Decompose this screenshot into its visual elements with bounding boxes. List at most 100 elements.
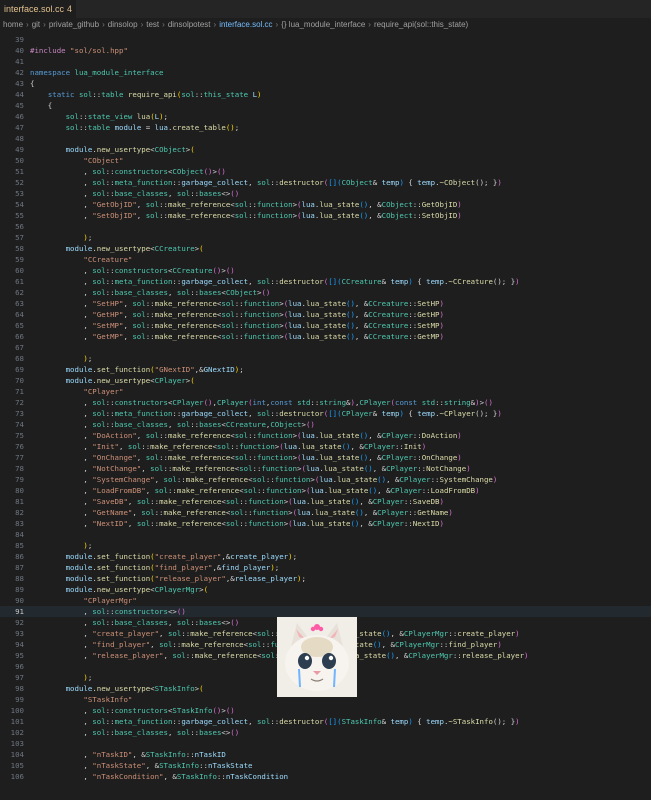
code-line[interactable]: 52 , sol::meta_function::garbage_collect… <box>0 177 651 188</box>
code-token: :: <box>199 761 209 770</box>
code-line[interactable]: 78 , "NotChange", sol::make_reference<so… <box>0 463 651 474</box>
code-line[interactable]: 44 static sol::table require_api(sol::th… <box>0 89 651 100</box>
code-line[interactable]: 70 module.new_usertype<CPlayer>( <box>0 375 651 386</box>
code-line[interactable]: 88 module.set_function("release_player",… <box>0 573 651 584</box>
breadcrumb-item[interactable]: interface.sol.cc <box>219 20 272 29</box>
code-token: lua_state <box>310 497 351 506</box>
code-line[interactable]: 89 module.new_usertype<CPlayerMgr>( <box>0 584 651 595</box>
code-line[interactable]: 46 sol::state_view lua(L); <box>0 111 651 122</box>
breadcrumb-item[interactable]: dinsolop <box>108 20 138 29</box>
code-line[interactable]: 50 "CObject" <box>0 155 651 166</box>
breadcrumb-item[interactable]: require_api(sol::this_state) <box>374 20 468 29</box>
code-line[interactable]: 55 , "SetObjID", sol::make_reference<sol… <box>0 210 651 221</box>
code-line[interactable]: 71 "CPlayer" <box>0 386 651 397</box>
code-line[interactable]: 74 , sol::base_classes, sol::bases<CCrea… <box>0 419 651 430</box>
code-line[interactable]: 48 <box>0 133 651 144</box>
code-token: CPlayer <box>381 453 413 462</box>
code-token: :: <box>408 508 418 517</box>
code-token: () <box>354 508 364 517</box>
breadcrumb-item[interactable]: test <box>146 20 159 29</box>
code-line[interactable]: 63 , "SetHP", sol::make_reference<sol::f… <box>0 298 651 309</box>
code-line[interactable]: 86 module.set_function("create_player",&… <box>0 551 651 562</box>
code-line[interactable]: 81 , "SaveDB", sol::make_reference<sol::… <box>0 496 651 507</box>
code-line[interactable]: 104 , "nTaskID", &STaskInfo::nTaskID <box>0 749 651 760</box>
code-line[interactable]: 73 , sol::meta_function::garbage_collect… <box>0 408 651 419</box>
code-token: "create_player" <box>154 552 222 561</box>
code-line[interactable]: 91 , sol::constructors<>() <box>0 606 651 617</box>
code-line[interactable]: 45 { <box>0 100 651 111</box>
code-line[interactable]: 59 "CCreature" <box>0 254 651 265</box>
code-line[interactable]: 65 , "SetMP", sol::make_reference<sol::f… <box>0 320 651 331</box>
code-line[interactable]: 41 <box>0 56 651 67</box>
code-line[interactable]: 60 , sol::constructors<CCreature()>() <box>0 265 651 276</box>
code-line[interactable]: 64 , "GetHP", sol::make_reference<sol::f… <box>0 309 651 320</box>
code-token: ) <box>457 431 462 440</box>
line-number: 85 <box>15 541 24 550</box>
code-line[interactable]: 83 , "NextID", sol::make_reference<sol::… <box>0 518 651 529</box>
code-line[interactable]: 43 { <box>0 78 651 89</box>
code-line[interactable]: 58 module.new_usertype<CCreature>( <box>0 243 651 254</box>
breadcrumb-item[interactable]: home <box>3 20 23 29</box>
code-token: :: <box>256 486 266 495</box>
code-token: :: <box>105 728 115 737</box>
code-line[interactable]: 47 sol::table module = lua.create_table(… <box>0 122 651 133</box>
code-token: release_player <box>234 574 298 583</box>
code-line[interactable]: 49 module.new_usertype<CObject>( <box>0 144 651 155</box>
line-number: 56 <box>15 222 24 231</box>
code-token: make_reference <box>167 431 231 440</box>
code-token: sol <box>256 629 271 638</box>
breadcrumb-item[interactable]: git <box>32 20 40 29</box>
code-token: function <box>252 508 289 517</box>
code-line[interactable]: 56 <box>0 221 651 232</box>
code-line[interactable]: 77 , "OnChange", sol::make_reference<sol… <box>0 452 651 463</box>
code-line[interactable]: 61 , sol::meta_function::garbage_collect… <box>0 276 651 287</box>
code-token: CPlayer <box>372 519 404 528</box>
line-number: 42 <box>15 68 24 77</box>
code-token: ) <box>457 453 462 462</box>
code-line[interactable]: 103 <box>0 738 651 749</box>
code-token: , <box>141 464 151 473</box>
code-line[interactable]: 76 , "Init", sol::make_reference<sol::fu… <box>0 441 651 452</box>
code-line[interactable]: 66 , "GetMP", sol::make_reference<sol::f… <box>0 331 651 342</box>
code-token: sol <box>163 475 177 484</box>
code-line[interactable]: 101 , sol::meta_function::garbage_collec… <box>0 716 651 727</box>
breadcrumb-item[interactable]: private_github <box>49 20 99 29</box>
code-line[interactable]: 53 , sol::base_classes, sol::bases<>() <box>0 188 651 199</box>
code-line[interactable]: 72 , sol::constructors<CPlayer(),CPlayer… <box>0 397 651 408</box>
code-token: , <box>30 772 93 781</box>
code-line[interactable]: 75 , "DoAction", sol::make_reference<sol… <box>0 430 651 441</box>
code-token: () <box>372 640 382 649</box>
code-line[interactable]: 106 , "nTaskCondition", &STaskInfo::nTas… <box>0 771 651 782</box>
code-line[interactable]: 82 , "GetName", sol::make_reference<sol:… <box>0 507 651 518</box>
code-line[interactable]: 100 , sol::constructors<STaskInfo()>() <box>0 705 651 716</box>
code-line[interactable]: 39 <box>0 34 651 45</box>
code-token: , <box>145 486 155 495</box>
code-token: ; <box>234 123 240 132</box>
code-line[interactable]: 90 "CPlayerMgr" <box>0 595 651 606</box>
code-line[interactable]: 87 module.set_function("find_player",&fi… <box>0 562 651 573</box>
code-token: ) <box>497 640 502 649</box>
code-line[interactable]: 85 ); <box>0 540 651 551</box>
code-line[interactable]: 102 , sol::base_classes, sol::bases<>() <box>0 727 651 738</box>
code-line[interactable]: 80 , "LoadFromDB", sol::make_reference<s… <box>0 485 651 496</box>
code-line[interactable]: 51 , sol::constructors<CObject()>() <box>0 166 651 177</box>
code-line[interactable]: 62 , sol::base_classes, sol::bases<CObje… <box>0 287 651 298</box>
line-number: 44 <box>15 90 24 99</box>
code-line[interactable]: 68 ); <box>0 353 651 364</box>
code-token: lua <box>297 508 311 517</box>
code-token: () <box>359 431 369 440</box>
code-line[interactable]: 79 , "SystemChange", sol::make_reference… <box>0 474 651 485</box>
code-line[interactable]: 69 module.set_function("GNextID",&GNextI… <box>0 364 651 375</box>
code-line[interactable]: 54 , "GetObjID", sol::make_reference<sol… <box>0 199 651 210</box>
code-line[interactable]: 105 , "nTaskState", &STaskInfo::nTaskSta… <box>0 760 651 771</box>
code-token: CPlayer <box>359 398 391 407</box>
code-token: GNextID <box>203 365 235 374</box>
code-line[interactable]: 84 <box>0 529 651 540</box>
breadcrumb-item[interactable]: dinsolpotest <box>168 20 211 29</box>
code-line[interactable]: 67 <box>0 342 651 353</box>
breadcrumb-item[interactable]: {} lua_module_interface <box>281 20 365 29</box>
tab-interface-sol-cc[interactable]: interface.sol.cc 4 <box>0 0 77 18</box>
code-line[interactable]: 40 #include "sol/sol.hpp" <box>0 45 651 56</box>
code-line[interactable]: 42 namespace lua_module_interface <box>0 67 651 78</box>
code-line[interactable]: 57 ); <box>0 232 651 243</box>
